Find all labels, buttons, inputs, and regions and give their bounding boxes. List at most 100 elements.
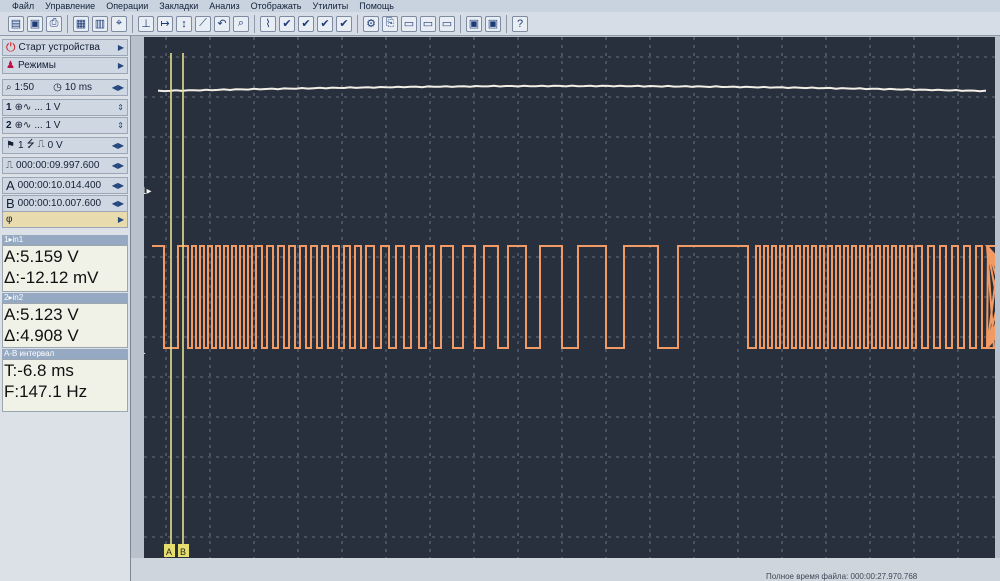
ch1-scale: ... 1 V [34, 102, 61, 113]
copy-icon[interactable]: ⎘ [382, 15, 398, 32]
scale-icon[interactable]: ↕ [176, 15, 192, 32]
chevron-right-icon: ▶ [117, 43, 124, 52]
chevron-right-icon: ◀▶ [111, 83, 124, 92]
check-icon[interactable]: ✔ [336, 15, 352, 32]
measure-icon[interactable]: ↦ [157, 15, 173, 32]
phi-label: φ [6, 214, 13, 225]
save-icon[interactable]: ▣ [27, 15, 43, 32]
menu-bar: Файл Управление Операции Закладки Анализ Отоб… [0, 0, 1000, 12]
ab-interval-readout: T:-6.8 ms F:147.1 Hz [2, 359, 128, 412]
undo-icon[interactable]: ↶ [214, 15, 230, 32]
channel-2-setting[interactable]: 2 ⊕∿ ... 1 V ⇕ [2, 117, 128, 134]
phi-row[interactable]: φ ▶ [2, 211, 128, 228]
pin-icon[interactable]: ⌇ [260, 15, 276, 32]
waveform-view[interactable]: 1▸ 2▸ AB [135, 37, 1000, 558]
start-device-label: Старт устройства [18, 42, 100, 53]
in1-voltage: A:5.159 V [4, 247, 79, 266]
menu-item[interactable]: Отображать [251, 1, 302, 11]
trigger-setting[interactable]: ⚑ 1 ⭍ ⎍ 0 V ◀▶ [2, 137, 128, 154]
ch2-label: 2 [6, 120, 12, 131]
time-position-value: 000:00:09.997.600 [16, 160, 100, 171]
toolbar: ▤ ▣ ⎙ ▦ ▥ ⌖ ⊥ ↦ ↕ ⟋ ↶ ⌕ ⌇ ✔ ✔ ✔ ✔ ⚙ ⎘ ▭ ▭ ▭ ▣ ▣? [0, 12, 1000, 36]
toolbar-separator [460, 14, 461, 33]
trend-icon[interactable]: ⟋ [195, 15, 211, 32]
chevron-right-icon: ◀▶ [111, 161, 124, 170]
in1-readout: A:5.159 V Δ:-12.12 mV [2, 245, 128, 292]
cursor-a-position[interactable]: A 000:00:10.014.400 ◀▶ [2, 177, 128, 194]
marker-icon[interactable]: ⊥ [138, 15, 154, 32]
trigger-edge-icon: ⭍ ⎍ [26, 139, 45, 150]
ch1-coupling-icon: ⊕∿ [14, 102, 32, 113]
file-duration: Полное время файла: 000:00:27.970.768 [766, 572, 918, 581]
ch2-step-icon: ⇕ [117, 121, 124, 130]
cursor-b-label: B [6, 196, 15, 211]
ch1-step-icon: ⇕ [117, 103, 124, 112]
menu-item[interactable]: Закладки [159, 1, 198, 11]
cursor-b-tag: B [180, 547, 186, 557]
layout-icon[interactable]: ▥ [92, 15, 108, 32]
menu-item[interactable]: Анализ [209, 1, 239, 11]
toolbar-separator [357, 14, 358, 33]
clock-icon: ◷ [53, 82, 62, 93]
help-icon[interactable]: ? [512, 15, 528, 32]
ab-frequency: F:147.1 Hz [4, 382, 88, 401]
chevron-right-icon: ▶ [117, 61, 124, 70]
cursor-a-tag: A [166, 547, 172, 557]
trigger-icon: ⚑ [6, 140, 15, 151]
timebase-control[interactable]: ⌕ 1:50 ◷ 10 ms ◀▶ [2, 79, 128, 96]
display-icon[interactable]: ▭ [439, 15, 455, 32]
time-position-icon: ⎍ [6, 160, 13, 171]
zoom-icon[interactable]: ⌕ [233, 15, 249, 32]
cursor-b-position[interactable]: B 000:00:10.007.600 ◀▶ [2, 195, 128, 212]
cursor-icon[interactable]: ⌖ [111, 15, 127, 32]
time-position[interactable]: ⎍ 000:00:09.997.600 ◀▶ [2, 157, 128, 174]
print-icon[interactable]: ⎙ [46, 15, 62, 32]
grid-icon[interactable]: ▦ [73, 15, 89, 32]
open-icon[interactable]: ▤ [8, 15, 24, 32]
menu-item[interactable]: Файл [12, 1, 34, 11]
chevron-right-icon: ▶ [117, 215, 124, 224]
ch2-coupling-icon: ⊕∿ [14, 120, 32, 131]
check-icon[interactable]: ✔ [298, 15, 314, 32]
channel-1-setting[interactable]: 1 ⊕∿ ... 1 V ⇕ [2, 99, 128, 116]
ch2-scale: ... 1 V [34, 120, 61, 131]
menu-item[interactable]: Помощь [359, 1, 394, 11]
chevron-right-icon: ◀▶ [111, 141, 124, 150]
in2-delta: Δ:4.908 V [4, 326, 79, 345]
ab-period: T:-6.8 ms [4, 361, 74, 380]
check-icon[interactable]: ✔ [279, 15, 295, 32]
chevron-right-icon: ◀▶ [111, 181, 124, 190]
power-icon: ⏻ [6, 40, 16, 54]
gear-icon[interactable]: ⚙ [363, 15, 379, 32]
menu-item[interactable]: Утилиты [312, 1, 348, 11]
sweep-time: 10 ms [64, 82, 93, 93]
cursor-a-label: A [6, 178, 15, 193]
menu-item[interactable]: Операции [106, 1, 148, 11]
status-bar: Полное время файла: 000:00:27.970.768 [131, 558, 1000, 581]
display-icon[interactable]: ▭ [420, 15, 436, 32]
check-icon[interactable]: ✔ [317, 15, 333, 32]
start-device-menu[interactable]: ⏻ Старт устройства ▶ [2, 39, 128, 56]
modes-menu[interactable]: ♟ Режимы ▶ [2, 57, 128, 74]
channel-1-marker: 1▸ [144, 186, 152, 197]
modes-icon: ♟ [6, 60, 15, 71]
channel-2-trace [152, 245, 1000, 349]
cursor-b-value: 000:00:10.007.600 [17, 198, 102, 209]
window-icon[interactable]: ▣ [485, 15, 501, 32]
control-panel: ⏻ Старт устройства ▶ ♟ Режимы ▶ ⌕ 1:50 ◷… [0, 36, 131, 581]
display-icon[interactable]: ▭ [401, 15, 417, 32]
menu-item[interactable]: Управление [45, 1, 95, 11]
trigger-channel: 1 [17, 140, 24, 151]
window-icon[interactable]: ▣ [466, 15, 482, 32]
toolbar-separator [67, 14, 68, 33]
chevron-right-icon: ◀▶ [111, 199, 124, 208]
toolbar-separator [132, 14, 133, 33]
cursor-a-value: 000:00:10.014.400 [17, 180, 102, 191]
in2-voltage: A:5.123 V [4, 305, 79, 324]
ch1-label: 1 [6, 102, 12, 113]
oscilloscope-display[interactable]: 1▸ 2▸ AB [135, 37, 1000, 558]
channel-1-trace [157, 84, 987, 93]
toolbar-separator [254, 14, 255, 33]
channel-2-marker: 2▸ [144, 348, 146, 359]
trigger-level: 0 V [47, 140, 63, 151]
